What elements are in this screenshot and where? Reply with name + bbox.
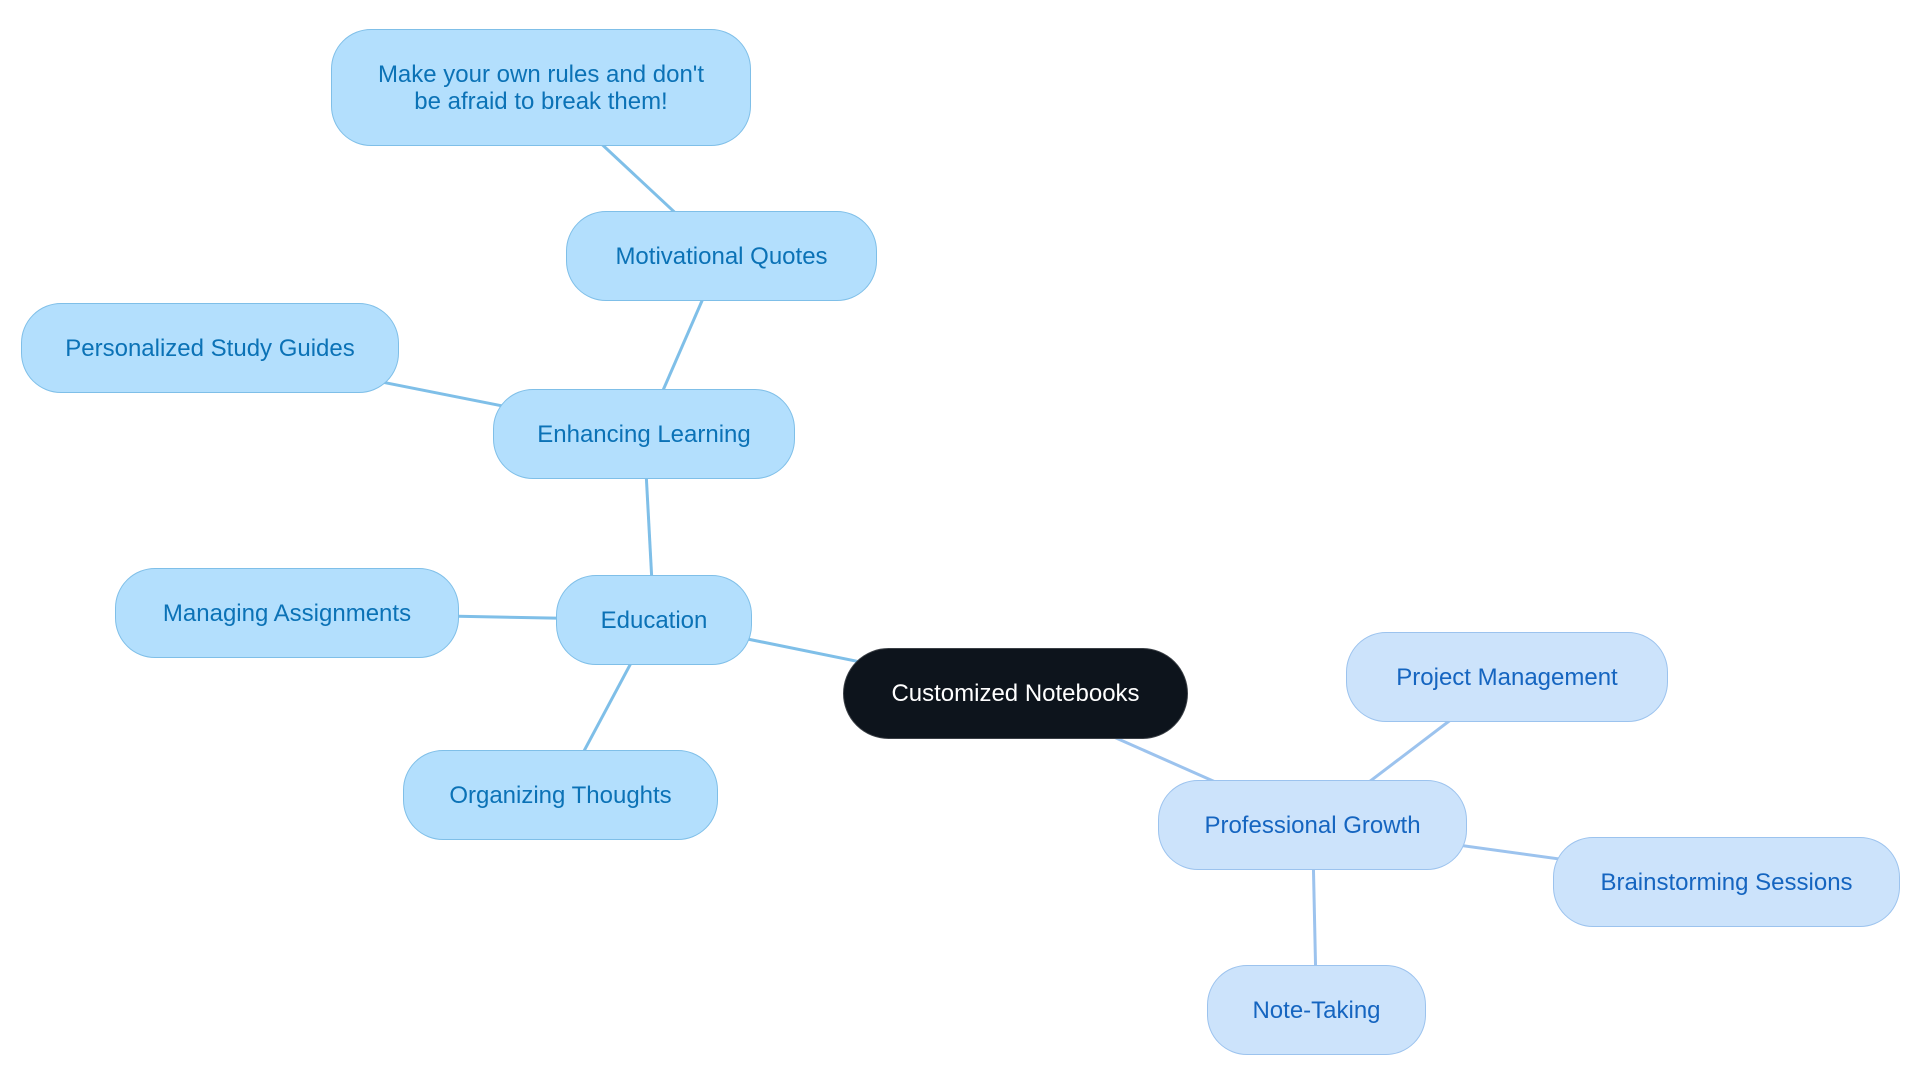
node-label: Project Management xyxy=(1396,663,1618,691)
node-label: Education xyxy=(600,606,708,634)
node-label: Make your own rules and don't be afraid … xyxy=(377,60,705,115)
node-note-taking[interactable]: Note-Taking xyxy=(1207,965,1426,1055)
node-organizing-thoughts[interactable]: Organizing Thoughts xyxy=(403,750,718,840)
node-label: Enhancing Learning xyxy=(537,420,751,448)
node-quote[interactable]: Make your own rules and don't be afraid … xyxy=(331,29,751,146)
node-enhancing-learning[interactable]: Enhancing Learning xyxy=(493,389,795,479)
node-label: Customized Notebooks xyxy=(891,680,1140,707)
root-node-customized-notebooks[interactable]: Customized Notebooks xyxy=(843,648,1188,739)
node-label: Professional Growth xyxy=(1204,811,1421,839)
node-label: Note-Taking xyxy=(1252,996,1381,1024)
node-label: Motivational Quotes xyxy=(615,242,828,270)
node-label: Organizing Thoughts xyxy=(449,781,672,809)
node-brainstorming-sessions[interactable]: Brainstorming Sessions xyxy=(1553,837,1900,927)
node-professional-growth[interactable]: Professional Growth xyxy=(1158,780,1467,870)
node-label: Brainstorming Sessions xyxy=(1600,868,1853,896)
node-motivational-quotes[interactable]: Motivational Quotes xyxy=(566,211,877,301)
node-education[interactable]: Education xyxy=(556,575,752,665)
node-personalized-study-guides[interactable]: Personalized Study Guides xyxy=(21,303,399,393)
node-label: Managing Assignments xyxy=(162,599,412,627)
node-managing-assignments[interactable]: Managing Assignments xyxy=(115,568,459,658)
node-label: Personalized Study Guides xyxy=(65,334,355,362)
node-project-management[interactable]: Project Management xyxy=(1346,632,1668,722)
